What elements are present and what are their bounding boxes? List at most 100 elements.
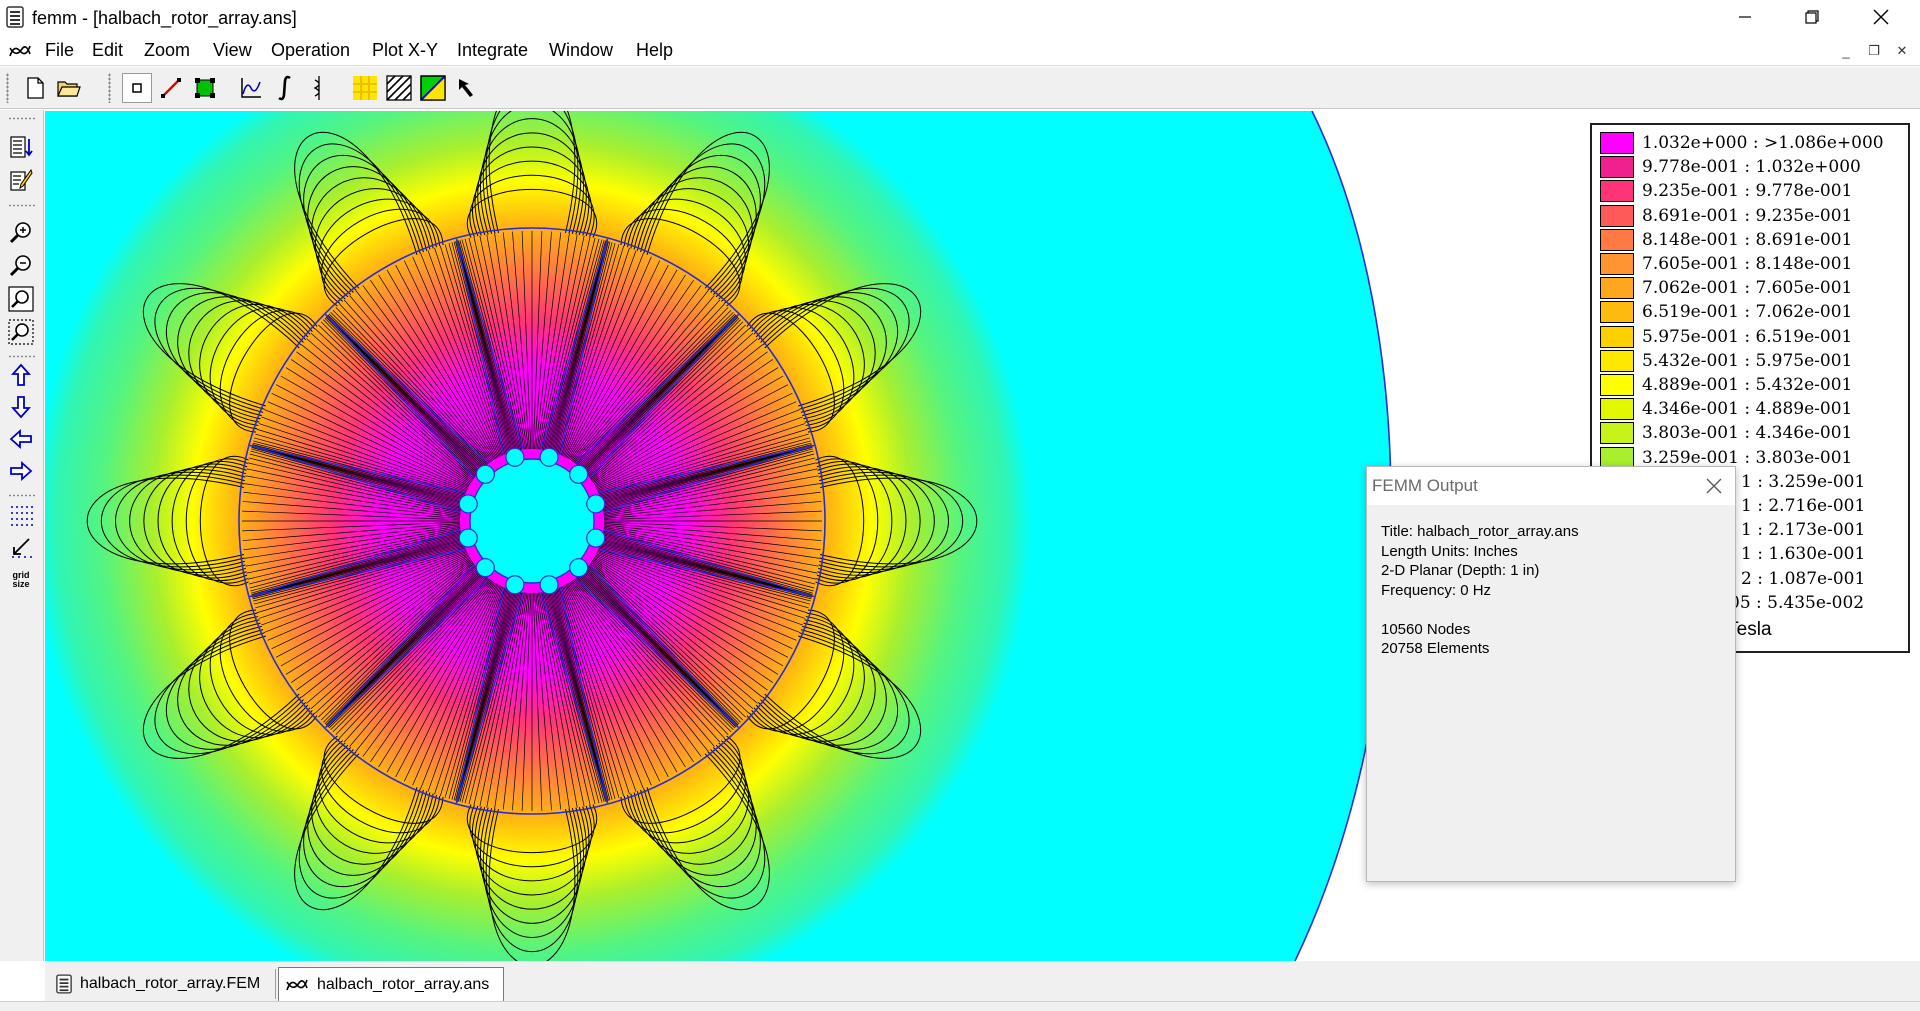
legend-label: 1.032e+000 : >1.086e+000 xyxy=(1642,133,1884,153)
pan-down-button[interactable] xyxy=(6,392,36,422)
grid-size-label-2: size xyxy=(12,579,30,589)
contour-icon xyxy=(313,76,320,100)
tab-fem-file[interactable]: halbach_rotor_array.FEM xyxy=(50,969,276,999)
new-document-button[interactable] xyxy=(20,73,50,103)
legend-row: 4.889e-001 : 5.432e-001 xyxy=(1600,374,1852,396)
mdi-restore-button[interactable]: ❐ xyxy=(1864,42,1884,60)
femm-preprocessor-icon xyxy=(56,974,72,994)
legend-row: 8.148e-001 : 8.691e-001 xyxy=(1600,228,1853,251)
contour-plot-button[interactable] xyxy=(304,73,334,103)
left-toolbar-grip[interactable] xyxy=(8,117,36,120)
legend-row: 3.803e-001 : 4.346e-001 xyxy=(1600,422,1852,445)
mdi-minimize-button[interactable]: _ xyxy=(1836,42,1856,60)
pan-right-button[interactable] xyxy=(6,456,36,486)
pan-left-button[interactable] xyxy=(6,424,36,454)
output-line-blank xyxy=(1381,600,1579,620)
menu-help[interactable]: Help xyxy=(636,40,673,61)
femm-output-window[interactable]: FEMM Output Title: halbach_rotor_array.a… xyxy=(1366,466,1736,882)
snap-grid-icon xyxy=(12,538,32,558)
block-mode-button[interactable] xyxy=(190,73,220,103)
output-line-planar: 2-D Planar (Depth: 1 in) xyxy=(1381,562,1540,579)
node-mode-button[interactable] xyxy=(122,73,152,103)
legend-label: 1 : 1.630e-001 xyxy=(1741,544,1866,565)
open-folder-icon xyxy=(57,81,81,97)
grid-size-button[interactable]: grid size xyxy=(6,565,36,595)
menu-file[interactable]: File xyxy=(45,40,74,61)
output-title-bar[interactable]: FEMM Output xyxy=(1367,467,1735,505)
left-toolbar-grip-4[interactable] xyxy=(8,494,36,497)
legend-row: 7.605e-001 : 8.148e-001 xyxy=(1600,253,1852,275)
legend-row: 1.032e+000 : >1.086e+000 xyxy=(1600,132,1884,154)
rotor-bore xyxy=(458,447,606,595)
close-button[interactable] xyxy=(1852,0,1910,34)
legend-swatch xyxy=(1600,422,1634,445)
edit-notes-button[interactable] xyxy=(6,165,36,195)
plot-xy-button[interactable] xyxy=(236,73,266,103)
output-close-button[interactable] xyxy=(1701,473,1727,499)
pan-left-icon xyxy=(9,429,32,449)
menu-bar: File Edit Zoom View Operation Plot X-Y I… xyxy=(0,36,1920,66)
open-file-button[interactable] xyxy=(54,73,84,103)
tab-fem-label: halbach_rotor_array.FEM xyxy=(80,975,261,992)
left-toolbar-grip-2[interactable] xyxy=(8,204,36,207)
bore-notch xyxy=(475,464,495,484)
show-density-button[interactable] xyxy=(418,73,448,103)
bore-notch xyxy=(586,528,606,548)
tab-ans-label: halbach_rotor_array.ans xyxy=(317,975,490,993)
bore-notch xyxy=(569,464,589,484)
legend-label: 1 : 3.259e-001 xyxy=(1741,471,1866,492)
pan-up-button[interactable] xyxy=(6,360,36,390)
legend-row: 7.062e-001 : 7.605e-001 xyxy=(1600,277,1852,300)
pan-up-icon xyxy=(11,363,31,386)
legend-swatch xyxy=(1600,374,1634,396)
legend-row: 6.519e-001 : 7.062e-001 xyxy=(1600,301,1853,324)
legend-label: 5.432e-001 : 5.975e-001 xyxy=(1642,350,1853,371)
legend-row: 8.691e-001 : 9.235e-001 xyxy=(1600,204,1853,227)
show-grid-button[interactable] xyxy=(6,500,36,530)
menu-edit[interactable]: Edit xyxy=(92,40,123,61)
postprocessor-doc-icon[interactable] xyxy=(8,42,32,60)
density-plot-button[interactable] xyxy=(350,73,380,103)
legend-swatch xyxy=(1600,132,1634,154)
pan-down-icon xyxy=(11,396,31,419)
minimize-button[interactable] xyxy=(1716,0,1774,34)
restore-button[interactable] xyxy=(1783,0,1841,34)
integrate-button[interactable] xyxy=(270,73,300,103)
output-line-elements: 20758 Elements xyxy=(1381,640,1490,657)
zoom-in-button[interactable] xyxy=(6,218,36,248)
restore-icon xyxy=(1805,10,1819,24)
bore-notch xyxy=(458,528,478,548)
zoom-out-button[interactable] xyxy=(6,251,36,281)
menu-plot-xy[interactable]: Plot X-Y xyxy=(372,40,438,61)
show-grid-icon xyxy=(11,506,33,526)
menu-integrate[interactable]: Integrate xyxy=(457,40,528,61)
segment-mode-button[interactable] xyxy=(156,73,186,103)
menu-zoom[interactable]: Zoom xyxy=(144,40,190,61)
legend-label: 8.148e-001 : 8.691e-001 xyxy=(1642,229,1853,250)
close-icon xyxy=(1706,478,1722,494)
legend-label: 8.691e-001 : 9.235e-001 xyxy=(1642,205,1853,226)
zoom-out-icon xyxy=(9,255,31,277)
zoom-natural-icon xyxy=(8,286,34,312)
legend-label: 6.519e-001 : 7.062e-001 xyxy=(1642,302,1853,323)
vector-plot-icon xyxy=(386,75,412,101)
zoom-natural-button[interactable] xyxy=(6,284,36,314)
show-results-button[interactable] xyxy=(6,132,36,162)
select-pointer-button[interactable] xyxy=(452,73,482,103)
toolbar-grip[interactable] xyxy=(6,73,9,103)
mdi-close-button[interactable]: ✕ xyxy=(1892,42,1912,60)
menu-view[interactable]: View xyxy=(213,40,252,61)
tab-ans-file[interactable]: halbach_rotor_array.ans xyxy=(278,967,504,1001)
legend-swatch xyxy=(1600,277,1634,300)
window-bottom-border xyxy=(0,1001,1920,1011)
snap-grid-button[interactable] xyxy=(6,532,36,562)
toolbar-grip-2[interactable] xyxy=(108,73,111,103)
left-toolbar-grip-3[interactable] xyxy=(8,355,36,358)
legend-row: 4.346e-001 : 4.889e-001 xyxy=(1600,398,1852,421)
plot-xy-icon xyxy=(241,78,261,98)
menu-window[interactable]: Window xyxy=(549,40,613,61)
output-text: Title: halbach_rotor_array.ans Length Un… xyxy=(1381,522,1579,659)
menu-operation[interactable]: Operation xyxy=(271,40,350,61)
vector-plot-button[interactable] xyxy=(384,73,414,103)
zoom-window-button[interactable] xyxy=(6,317,36,347)
